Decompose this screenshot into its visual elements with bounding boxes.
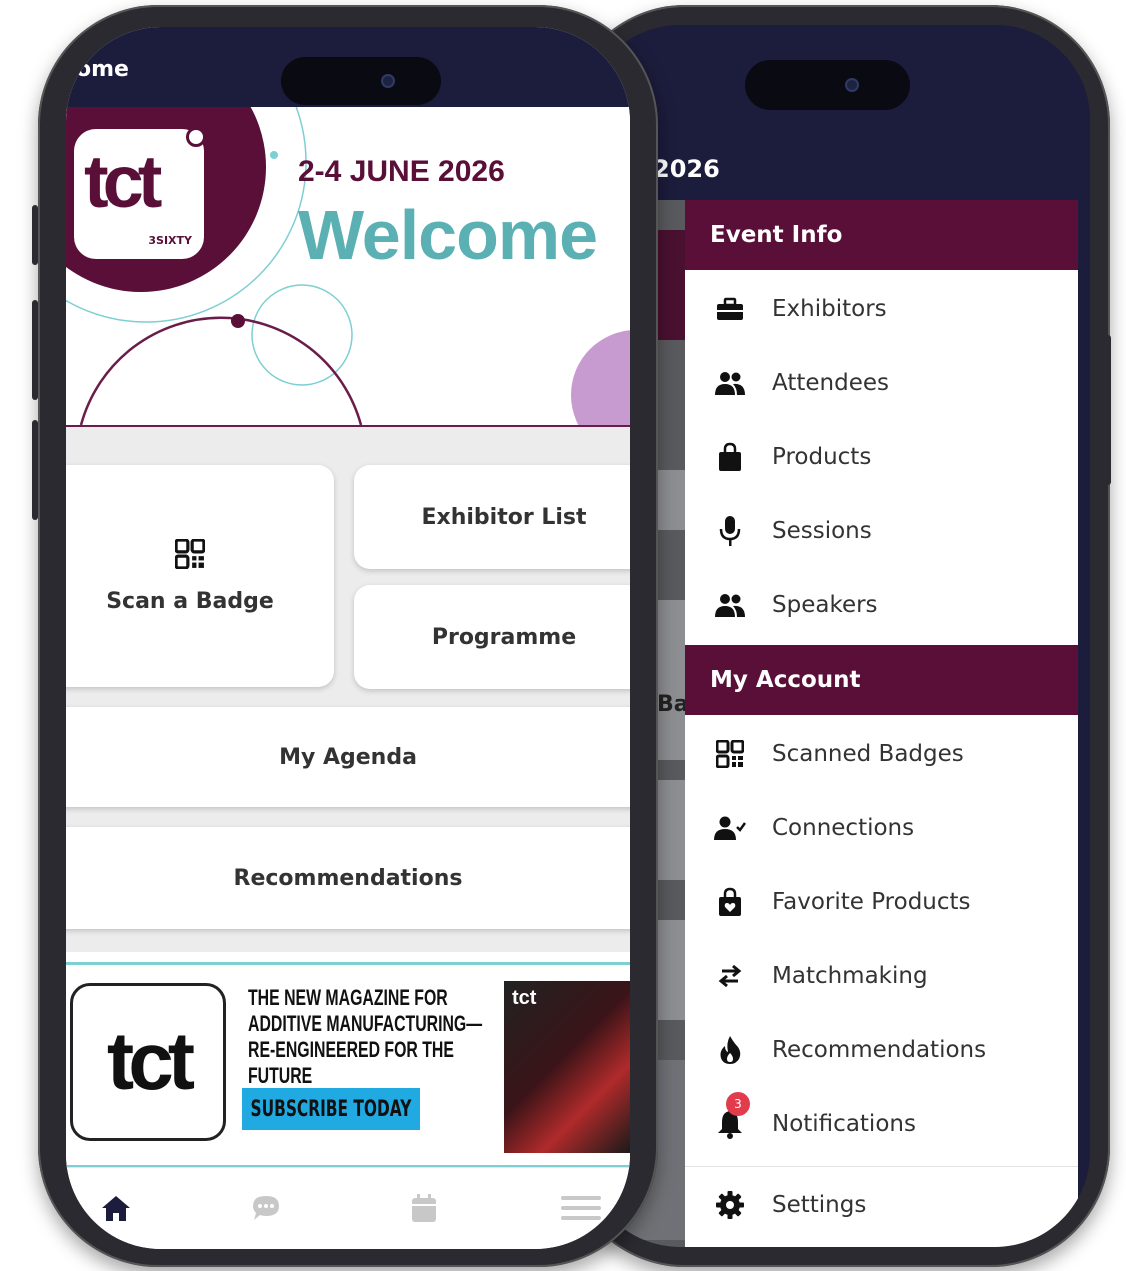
banner-logo: tct [70,983,226,1141]
flame-icon [710,1032,750,1068]
front-phone-screen: ome tct 3SIXTY 2-4 JUNE 2026 Welcome Sca… [66,27,630,1249]
menu-icon[interactable] [561,1188,601,1228]
menu-item-scanned-badges[interactable]: Scanned Badges [685,717,1078,791]
dynamic-island [745,60,910,110]
dynamic-island [281,57,441,105]
menu-item-label: Notifications [772,1111,916,1137]
recommendations-tile[interactable]: Recommendations [66,827,630,929]
tile-label: Programme [431,624,577,650]
menu-item-connections[interactable]: Connections [685,791,1078,865]
microphone-icon [710,513,750,549]
bottom-tab-bar [66,1167,630,1249]
logo-subtext: 3SIXTY [148,234,192,247]
menu-item-favorite-products[interactable]: Favorite Products [685,865,1078,939]
dimmed-scan-label: Ba [657,692,689,717]
briefcase-icon [710,291,750,327]
logo-dot [186,127,206,147]
menu-item-label: Scanned Badges [772,741,964,767]
subscribe-label: SUBSCRIBE TODAY [250,1096,412,1122]
user-check-icon [710,810,750,846]
menu-item-settings[interactable]: Settings [685,1168,1078,1242]
camera-icon [381,74,395,88]
qr-code-icon [710,736,750,772]
tile-label: Scan a Badge [106,588,274,614]
programme-tile[interactable]: Programme [354,585,630,689]
chat-icon[interactable] [246,1188,286,1228]
tile-label: Recommendations [233,865,463,891]
home-icon[interactable] [96,1188,136,1228]
volume-down-button [32,420,38,520]
scan-badge-tile[interactable]: Scan a Badge [66,465,334,687]
menu-item-label: Speakers [772,592,878,618]
front-phone: ome tct 3SIXTY 2-4 JUNE 2026 Welcome Sca… [32,5,658,1267]
cover-masthead: tct [512,987,537,1009]
magazine-cover-image: tct [504,981,630,1153]
menu-item-label: Sessions [772,518,872,544]
menu-item-products[interactable]: Products [685,420,1078,494]
menu-item-notifications[interactable]: 3 Notifications [685,1087,1078,1161]
mute-switch [32,205,38,265]
home-grid: Scan a Badge Exhibitor List Programme My… [66,427,630,952]
camera-icon [845,78,859,92]
menu-item-label: Exhibitors [772,296,887,322]
section-header-event-info: Event Info [685,200,1078,270]
people-icon [710,365,750,401]
magazine-ad-banner[interactable]: tct THE NEW MAGAZINE FOR ADDITIVE MANUFA… [66,962,630,1168]
menu-item-label: Products [772,444,872,470]
swap-arrows-icon [710,958,750,994]
calendar-icon[interactable] [404,1188,444,1228]
menu-item-sessions[interactable]: Sessions [685,494,1078,568]
tile-label: Exhibitor List [421,504,587,530]
favorite-bag-icon [710,884,750,920]
menu-item-label: Favorite Products [772,889,971,915]
people-icon [710,587,750,623]
front-header-bar: ome [66,27,630,107]
qr-code-icon [174,537,206,575]
volume-up-button [32,300,38,400]
menu-item-label: Connections [772,815,915,841]
menu-item-exhibitors[interactable]: Exhibitors [685,272,1078,346]
menu-item-label: Attendees [772,370,889,396]
tct-logo: tct 3SIXTY [74,127,206,259]
navigation-drawer: Event Info Exhibitors Attendees Products [685,200,1078,1247]
shopping-bag-icon [710,439,750,475]
power-button [1105,335,1111,485]
menu-item-attendees[interactable]: Attendees [685,346,1078,420]
menu-item-label: Matchmaking [772,963,928,989]
tile-label: My Agenda [279,744,417,770]
menu-item-label: Settings [772,1192,867,1218]
welcome-heading: Welcome [298,196,598,274]
menu-item-speakers[interactable]: Speakers [685,568,1078,642]
exhibitor-list-tile[interactable]: Exhibitor List [354,465,630,569]
back-phone-screen: 2026 Ba Event Info Exhibitors Attendees … [585,25,1090,1247]
banner-headline-line: RE-ENGINEERED FOR THE FUTURE [248,1037,454,1088]
notification-count-badge: 3 [726,1092,750,1116]
event-date: 2-4 JUNE 2026 [298,155,505,188]
banner-headline-line: THE NEW MAGAZINE FOR [248,985,448,1010]
back-header-title: 2026 [653,155,720,183]
gear-icon [710,1187,750,1223]
menu-item-recommendations[interactable]: Recommendations [685,1013,1078,1087]
banner-headline: THE NEW MAGAZINE FOR ADDITIVE MANUFACTUR… [248,985,493,1089]
drawer-divider [685,1166,1078,1167]
logo-text: tct [84,140,162,223]
my-agenda-tile[interactable]: My Agenda [66,707,630,807]
bell-icon: 3 [710,1092,750,1142]
welcome-hero: tct 3SIXTY 2-4 JUNE 2026 Welcome [66,107,630,428]
menu-item-matchmaking[interactable]: Matchmaking [685,939,1078,1013]
subscribe-button[interactable]: SUBSCRIBE TODAY [242,1088,420,1130]
front-header-title: ome [76,57,129,82]
banner-headline-line: ADDITIVE MANUFACTURING— [248,1011,483,1036]
section-header-my-account: My Account [685,645,1078,715]
menu-item-label: Recommendations [772,1037,987,1063]
back-header-bar: 2026 [585,25,1090,200]
